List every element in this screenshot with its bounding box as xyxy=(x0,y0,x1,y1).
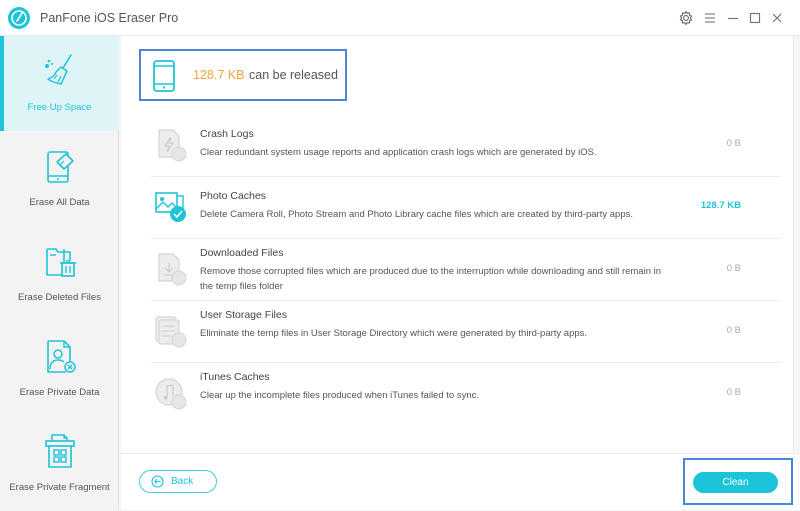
clean-button[interactable]: Clean xyxy=(693,472,778,493)
release-text: can be released xyxy=(249,68,338,82)
hamburger-menu-icon[interactable] xyxy=(701,9,719,27)
maximize-icon[interactable] xyxy=(746,9,764,27)
clean-label: Clean xyxy=(722,477,749,488)
back-arrow-icon xyxy=(151,475,164,488)
item-title: Crash Logs xyxy=(200,128,254,140)
photo-check-icon xyxy=(155,192,186,222)
title-bar: PanFone iOS Eraser Pro xyxy=(0,0,800,36)
sidebar-item-erase-private-data[interactable]: Erase Private Data xyxy=(0,321,119,416)
app-title: PanFone iOS Eraser Pro xyxy=(40,11,179,25)
item-size: 0 B xyxy=(726,387,741,398)
phone-eraser-icon xyxy=(47,151,74,183)
music-note-icon xyxy=(155,378,187,410)
release-size: 128.7 KB xyxy=(193,68,245,82)
sidebar-item-free-up-space[interactable]: Free Up Space xyxy=(0,36,119,131)
fragment-grid-icon xyxy=(45,434,75,468)
sidebar-item-label: Free Up Space xyxy=(27,102,92,113)
minimize-icon[interactable] xyxy=(724,9,742,27)
sidebar-item-erase-all-data[interactable]: Erase All Data xyxy=(0,131,119,226)
sidebar-item-erase-deleted-files[interactable]: Erase Deleted Files xyxy=(0,226,119,321)
back-button[interactable]: Back xyxy=(139,470,217,493)
item-title: iTunes Caches xyxy=(200,371,270,383)
item-description: Clear redundant system usage reports and… xyxy=(200,147,597,158)
back-label: Back xyxy=(171,476,194,487)
storage-files-icon xyxy=(155,316,187,348)
item-title: User Storage Files xyxy=(200,309,287,321)
list-item-itunes-caches[interactable]: iTunes Caches Clear up the incomplete fi… xyxy=(151,363,781,425)
gear-icon[interactable] xyxy=(677,9,695,27)
sidebar: Free Up Space Erase All Data Erase Delet… xyxy=(0,36,119,510)
footer-bar: Back Clean xyxy=(121,453,800,510)
item-size: 0 B xyxy=(726,138,741,149)
item-title: Downloaded Files xyxy=(200,247,284,259)
release-summary: 128.7 KB can be released xyxy=(139,49,347,101)
list-item-downloaded-files[interactable]: Downloaded Files Remove those corrupted … xyxy=(151,239,781,301)
item-description: Remove those corrupted files which are p… xyxy=(200,266,662,292)
item-size: 0 B xyxy=(726,263,741,274)
app-logo-icon xyxy=(8,7,30,29)
item-size: 128.7 KB xyxy=(700,200,741,211)
sidebar-item-erase-private-fragment[interactable]: Erase Private Fragment xyxy=(0,416,119,511)
list-item-crash-logs[interactable]: Crash Logs Clear redundant system usage … xyxy=(151,115,781,177)
broom-icon xyxy=(45,54,72,85)
item-title: Photo Caches xyxy=(200,190,266,202)
main-panel: 128.7 KB can be released Crash Logs Clea… xyxy=(121,36,793,453)
cleanup-item-list: Crash Logs Clear redundant system usage … xyxy=(151,115,781,425)
item-size: 0 B xyxy=(726,325,741,336)
close-icon[interactable] xyxy=(768,9,786,27)
tablet-icon xyxy=(153,60,175,92)
sidebar-item-label: Erase Private Fragment xyxy=(9,482,110,493)
sidebar-item-label: Erase Private Data xyxy=(19,387,100,398)
folder-trash-icon xyxy=(46,248,76,277)
list-item-photo-caches[interactable]: Photo Caches Delete Camera Roll, Photo S… xyxy=(151,177,781,239)
clean-button-focus-frame: Clean xyxy=(683,458,793,505)
list-item-user-storage-files[interactable]: User Storage Files Eliminate the temp fi… xyxy=(151,301,781,363)
item-description: Delete Camera Roll, Photo Stream and Pho… xyxy=(200,209,633,220)
sidebar-item-label: Erase Deleted Files xyxy=(18,292,101,303)
item-description: Clear up the incomplete files produced w… xyxy=(200,390,479,401)
scrollbar[interactable] xyxy=(793,36,800,453)
crash-log-icon xyxy=(158,129,187,162)
sidebar-item-label: Erase All Data xyxy=(29,197,90,208)
download-file-icon xyxy=(158,253,187,286)
item-description: Eliminate the temp files in User Storage… xyxy=(200,328,588,339)
user-file-x-icon xyxy=(47,340,76,373)
